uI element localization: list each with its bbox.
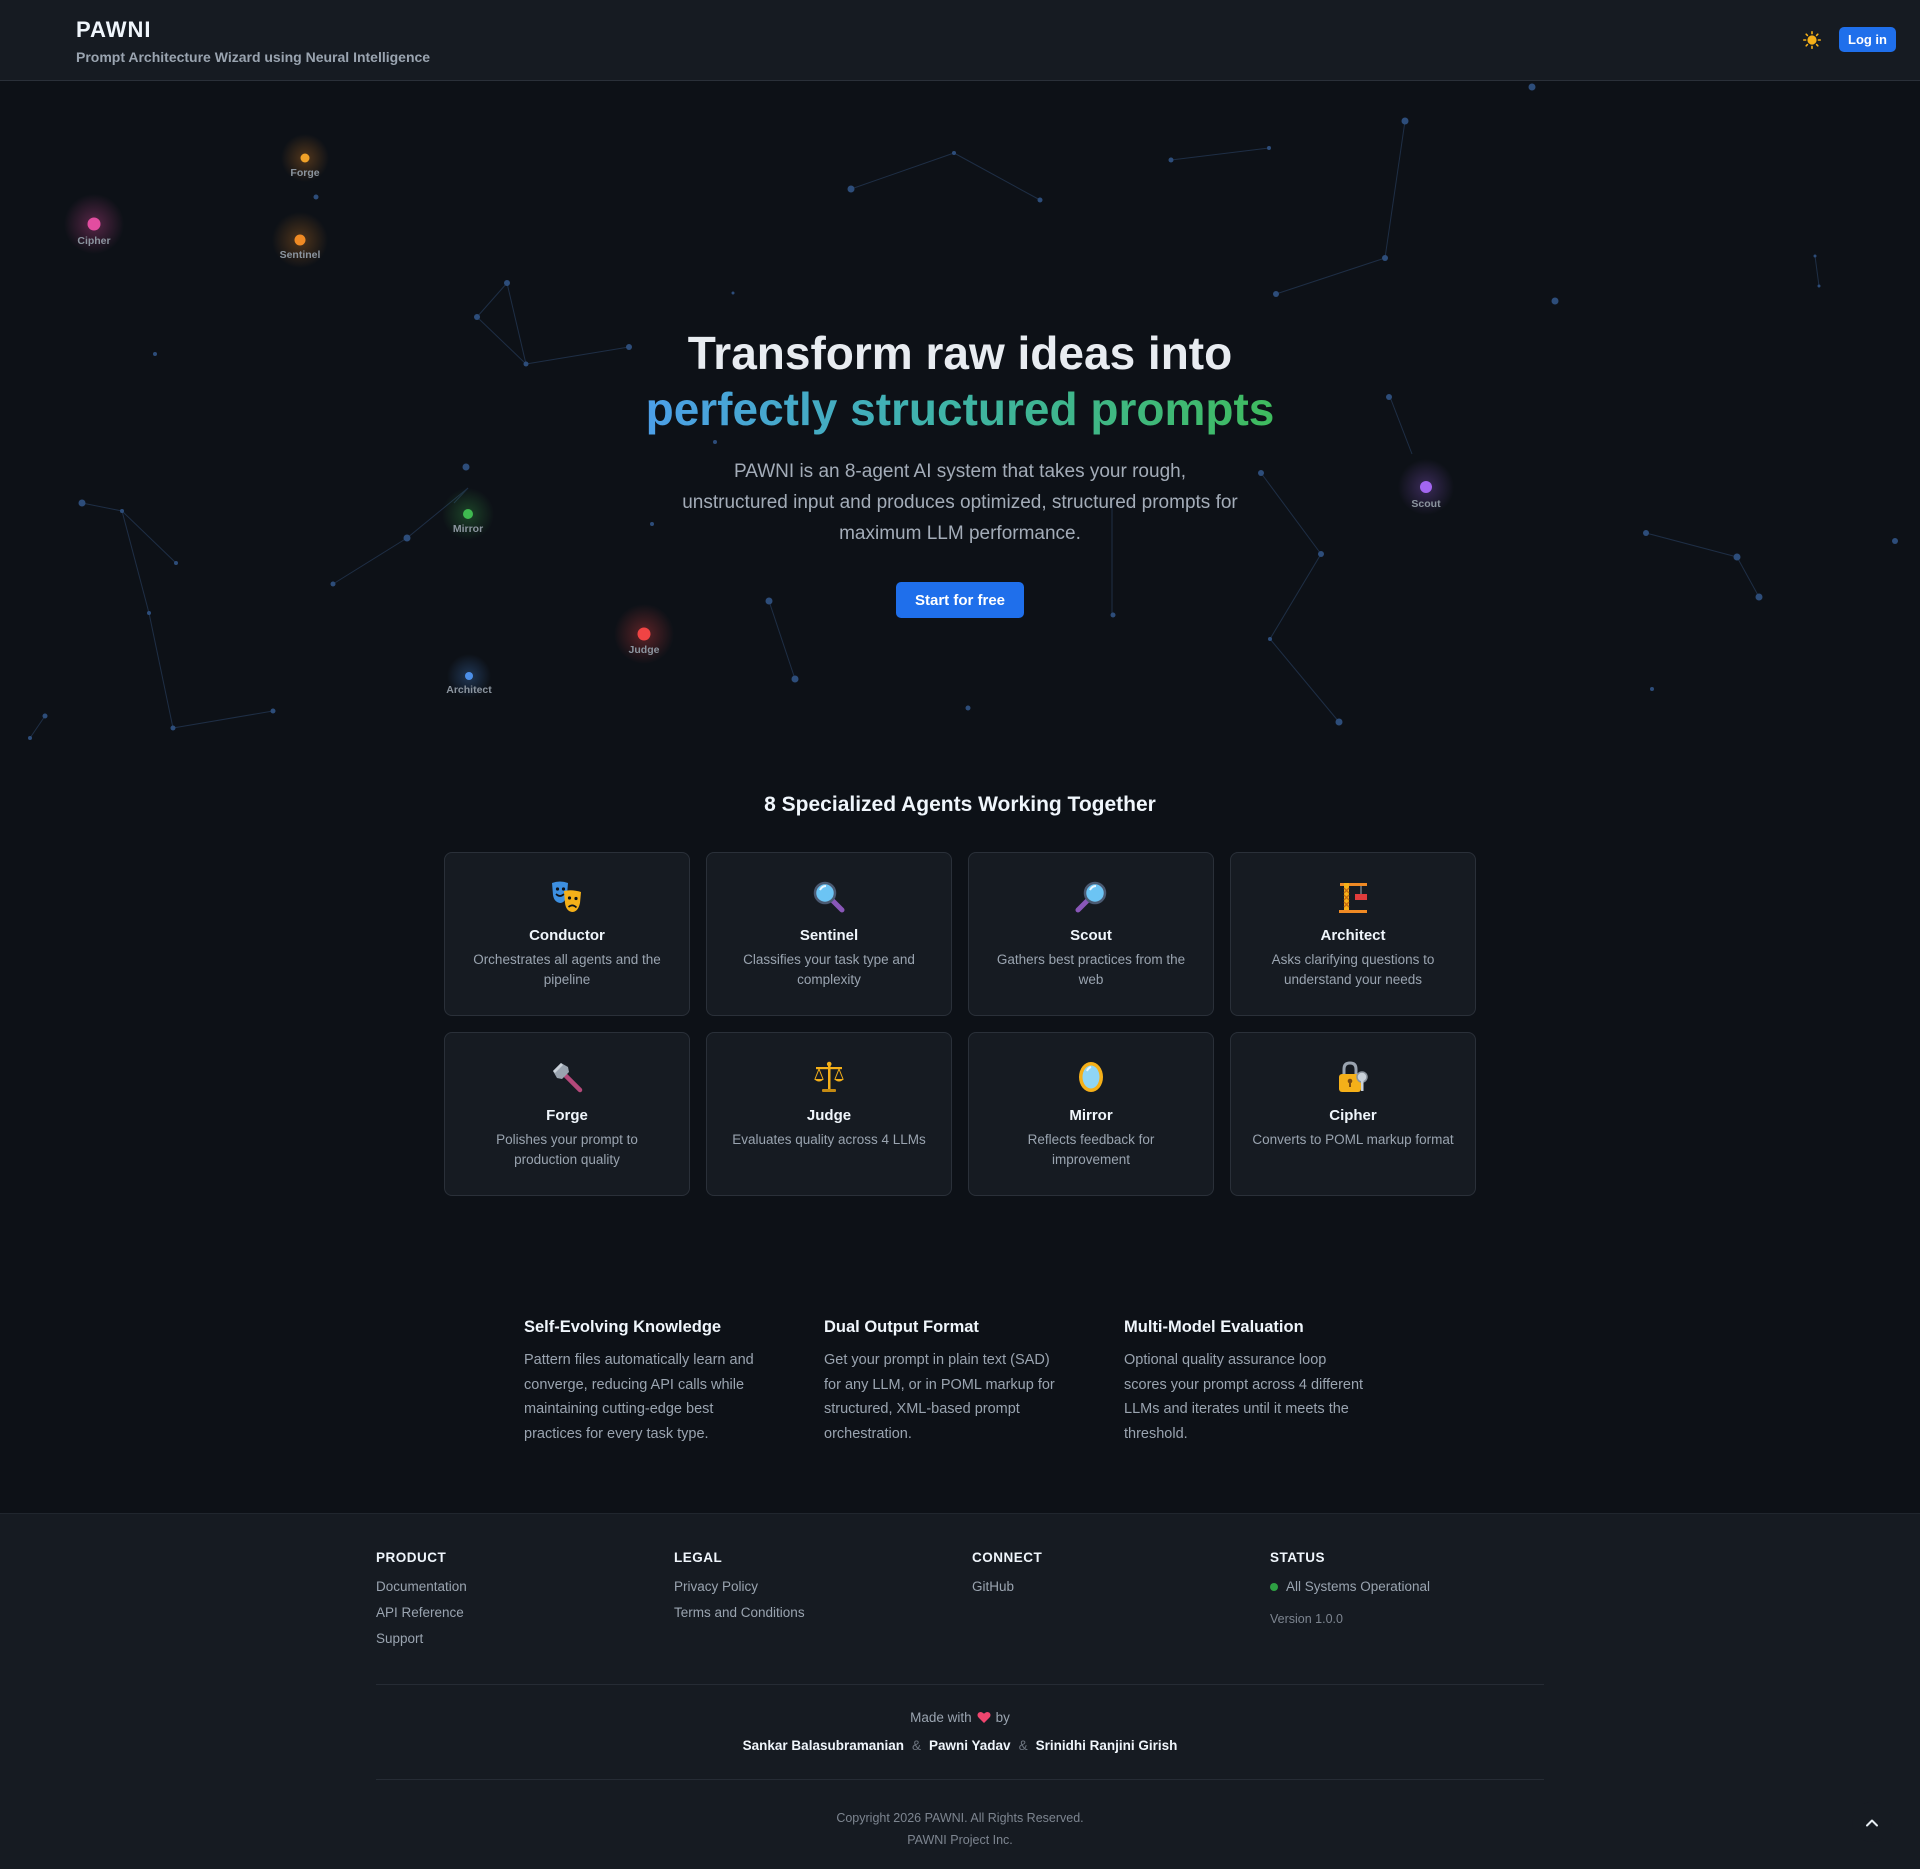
- agent-card-cipher[interactable]: Cipher Converts to POML markup format: [1230, 1032, 1476, 1196]
- footer-column-title: LEGAL: [674, 1550, 723, 1565]
- network-node-label: Sentinel: [280, 249, 321, 261]
- network-node-label: Scout: [1411, 498, 1441, 510]
- top-header: PAWNI Prompt Architecture Wizard using N…: [0, 0, 1920, 81]
- company-name: PAWNI Project Inc.: [907, 1833, 1013, 1847]
- agents-grid: Conductor Orchestrates all agents and th…: [444, 852, 1476, 1196]
- network-node-label: Cipher: [77, 235, 110, 247]
- theater-masks-icon: [552, 881, 581, 912]
- agent-name: Judge: [806, 1107, 852, 1124]
- magnifier-left-icon: [813, 881, 845, 913]
- scales-icon: [814, 1061, 844, 1092]
- hero-description: PAWNI is an 8-agent AI system that takes…: [682, 461, 1238, 544]
- agent-card-conductor[interactable]: Conductor Orchestrates all agents and th…: [444, 852, 690, 1016]
- sun-icon: [1803, 31, 1821, 49]
- agent-card-judge[interactable]: Judge Evaluates quality across 4 LLMs: [706, 1032, 952, 1196]
- chevron-up-icon: [1866, 1819, 1878, 1826]
- footer-status-column: STATUS All Systems Operational Version 1…: [1270, 1550, 1430, 1626]
- hammer-icon: [553, 1063, 583, 1093]
- system-status[interactable]: All Systems Operational: [1270, 1579, 1430, 1594]
- footer-link-terms[interactable]: Terms and Conditions: [674, 1605, 805, 1620]
- feature-self-evolving: Self-Evolving Knowledge Pattern files au…: [524, 1318, 824, 1446]
- theme-toggle-button[interactable]: [1800, 28, 1824, 52]
- author-separator: &: [1018, 1738, 1028, 1753]
- feature-title: Self-Evolving Knowledge: [524, 1318, 722, 1336]
- feature-dual-output: Dual Output Format Get your prompt in pl…: [824, 1318, 1124, 1446]
- agent-card-scout[interactable]: Scout Gathers best practices from the we…: [968, 852, 1214, 1016]
- footer-divider: [376, 1684, 1544, 1685]
- features-section: Self-Evolving Knowledge Pattern files au…: [524, 1318, 1424, 1446]
- mirror-icon: [1079, 1062, 1103, 1092]
- authors-line: Sankar Balasubramanian & Pawni Yadav & Srini…: [0, 1738, 1920, 1753]
- feature-title: Dual Output Format: [824, 1318, 979, 1336]
- agent-name: Cipher: [1329, 1107, 1377, 1124]
- network-node-label: Forge: [290, 167, 319, 179]
- copyright-text: Copyright 2026 PAWNI. All Rights Reserve…: [836, 1811, 1084, 1825]
- made-with-prefix: Made with: [910, 1710, 972, 1725]
- footer-link-support[interactable]: Support: [376, 1631, 467, 1646]
- status-dot-icon: [1270, 1582, 1278, 1591]
- made-with-line: Made with by: [0, 1710, 1920, 1725]
- agent-card-forge[interactable]: Forge Polishes your prompt to production…: [444, 1032, 690, 1196]
- footer-column-title: CONNECT: [972, 1550, 1043, 1565]
- agent-description: Evaluates quality across 4 LLMs: [732, 1132, 926, 1147]
- version-label: Version 1.0.0: [1270, 1612, 1343, 1626]
- network-node-label: Judge: [629, 644, 660, 656]
- brand[interactable]: PAWNI Prompt Architecture Wizard using N…: [76, 17, 430, 65]
- feature-multi-model: Multi-Model Evaluation Optional quality …: [1124, 1318, 1424, 1446]
- footer-column-title: PRODUCT: [376, 1550, 447, 1565]
- feature-text: Get your prompt in plain text (SAD) for …: [824, 1352, 1055, 1442]
- network-node-label: Mirror: [453, 523, 483, 535]
- status-text: All Systems Operational: [1286, 1579, 1431, 1594]
- author-name: Pawni Yadav: [929, 1738, 1011, 1753]
- agent-description: Orchestrates all agents and the pipeline: [473, 952, 661, 987]
- agent-description: Asks clarifying questions to understand …: [1271, 952, 1435, 987]
- agent-card-architect[interactable]: Architect Asks clarifying questions to u…: [1230, 852, 1476, 1016]
- author-name: Srinidhi Ranjini Girish: [1035, 1738, 1178, 1753]
- agent-name: Mirror: [1069, 1107, 1113, 1124]
- footer-link-api-reference[interactable]: API Reference: [376, 1605, 467, 1620]
- hero-title-line2: perfectly structured prompts: [645, 383, 1275, 435]
- agent-description: Gathers best practices from the web: [996, 952, 1186, 987]
- author-name: Sankar Balasubramanian: [742, 1738, 904, 1753]
- author-separator: &: [911, 1738, 921, 1753]
- scroll-to-top-button[interactable]: [1852, 1802, 1892, 1842]
- footer-connect-column: CONNECT GitHub: [972, 1550, 1042, 1605]
- agent-description: Converts to POML markup format: [1252, 1132, 1454, 1147]
- magnifier-right-icon: [1075, 881, 1107, 913]
- agent-description: Reflects feedback for improvement: [1027, 1132, 1155, 1167]
- footer-divider: [376, 1779, 1544, 1780]
- made-with-suffix: by: [995, 1710, 1010, 1725]
- construction-crane-icon: [1339, 883, 1367, 913]
- feature-text: Pattern files automatically learn and co…: [524, 1352, 754, 1442]
- hero-title: Transform raw ideas into perfectly struc…: [0, 325, 1920, 437]
- agent-name: Forge: [546, 1107, 588, 1124]
- lock-key-icon: [1339, 1061, 1368, 1092]
- footer-product-column: PRODUCT Documentation API Reference Supp…: [376, 1550, 467, 1657]
- brand-title[interactable]: PAWNI: [76, 17, 430, 43]
- copyright-block: Copyright 2026 PAWNI. All Rights Reserve…: [0, 1807, 1920, 1851]
- agent-description: Classifies your task type and complexity: [743, 952, 915, 987]
- brand-tagline: Prompt Architecture Wizard using Neural …: [76, 49, 431, 65]
- hero-title-line1: Transform raw ideas into: [687, 327, 1233, 379]
- feature-text: Optional quality assurance loop scores y…: [1124, 1352, 1364, 1442]
- agent-name: Conductor: [529, 927, 605, 944]
- agent-name: Sentinel: [799, 927, 859, 944]
- agent-card-mirror[interactable]: Mirror Reflects feedback for improvement: [968, 1032, 1214, 1196]
- footer-link-privacy-policy[interactable]: Privacy Policy: [674, 1579, 805, 1594]
- heart-icon: [977, 1711, 991, 1723]
- footer: PRODUCT Documentation API Reference Supp…: [0, 1513, 1920, 1869]
- network-node-label: Architect: [446, 684, 492, 696]
- agents-heading: 8 Specialized Agents Working Together: [764, 793, 1156, 816]
- agent-card-sentinel[interactable]: Sentinel Classifies your task type and c…: [706, 852, 952, 1016]
- login-button[interactable]: Log in: [1839, 27, 1896, 52]
- footer-legal-column: LEGAL Privacy Policy Terms and Condition…: [674, 1550, 805, 1631]
- footer-link-github[interactable]: GitHub: [972, 1579, 1042, 1594]
- agent-name: Scout: [1070, 927, 1112, 944]
- footer-link-documentation[interactable]: Documentation: [376, 1579, 467, 1594]
- feature-title: Multi-Model Evaluation: [1124, 1318, 1304, 1336]
- footer-column-title: STATUS: [1270, 1550, 1325, 1565]
- agent-name: Architect: [1320, 927, 1386, 944]
- start-for-free-button[interactable]: Start for free: [896, 582, 1024, 618]
- agent-description: Polishes your prompt to production quali…: [496, 1132, 638, 1167]
